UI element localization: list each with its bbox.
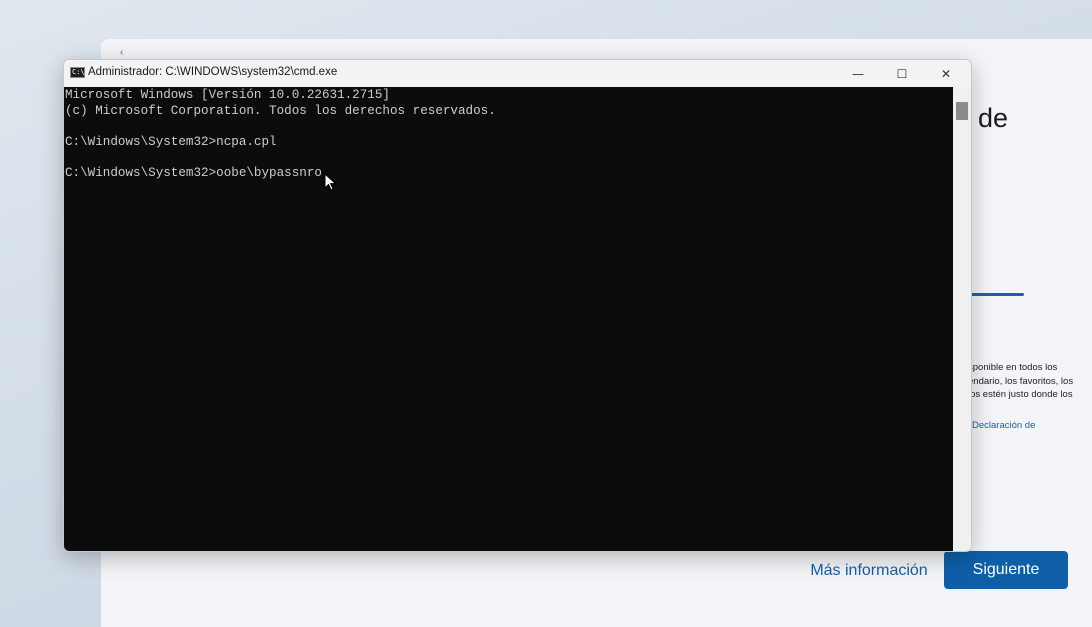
oobe-description-line: endario, los favoritos, los: [968, 375, 1074, 387]
minimize-icon[interactable]: —: [836, 60, 880, 87]
privacy-statement-link[interactable]: Declaración de: [972, 420, 1035, 431]
close-icon[interactable]: ✕: [924, 60, 968, 87]
mouse-pointer-icon: [324, 173, 337, 191]
console-line: (c) Microsoft Corporation. Todos los der…: [65, 103, 496, 118]
oobe-description-line: sponible en todos los: [968, 362, 1058, 373]
window-title: Administrador: C:\WINDOWS\system32\cmd.e…: [88, 66, 338, 78]
console-output[interactable]: Microsoft Windows [Versión 10.0.22631.27…: [64, 87, 953, 551]
console-line: C:\Windows\System32>oobe\bypassnro: [65, 165, 322, 180]
cmd-app-icon: C:\: [70, 67, 85, 78]
more-info-button[interactable]: Más información: [806, 557, 932, 585]
vertical-scrollbar[interactable]: [953, 87, 971, 551]
oobe-input-underline[interactable]: [968, 293, 1024, 296]
maximize-icon[interactable]: ☐: [880, 60, 924, 87]
next-button[interactable]: Siguiente: [944, 551, 1068, 589]
back-arrow-icon[interactable]: ‹: [120, 48, 130, 58]
oobe-description-line: los estén justo donde los: [968, 389, 1073, 400]
oobe-description: sponible en todos los endario, los favor…: [968, 361, 1092, 402]
console-line: C:\Windows\System32>ncpa.cpl: [65, 134, 277, 149]
scrollbar-thumb[interactable]: [956, 102, 968, 120]
oobe-title: de: [978, 103, 1009, 133]
cmd-titlebar[interactable]: C:\ Administrador: C:\WINDOWS\system32\c…: [64, 60, 971, 88]
console-line: Microsoft Windows [Versión 10.0.22631.27…: [65, 88, 390, 102]
cmd-window: C:\ Administrador: C:\WINDOWS\system32\c…: [63, 59, 972, 552]
